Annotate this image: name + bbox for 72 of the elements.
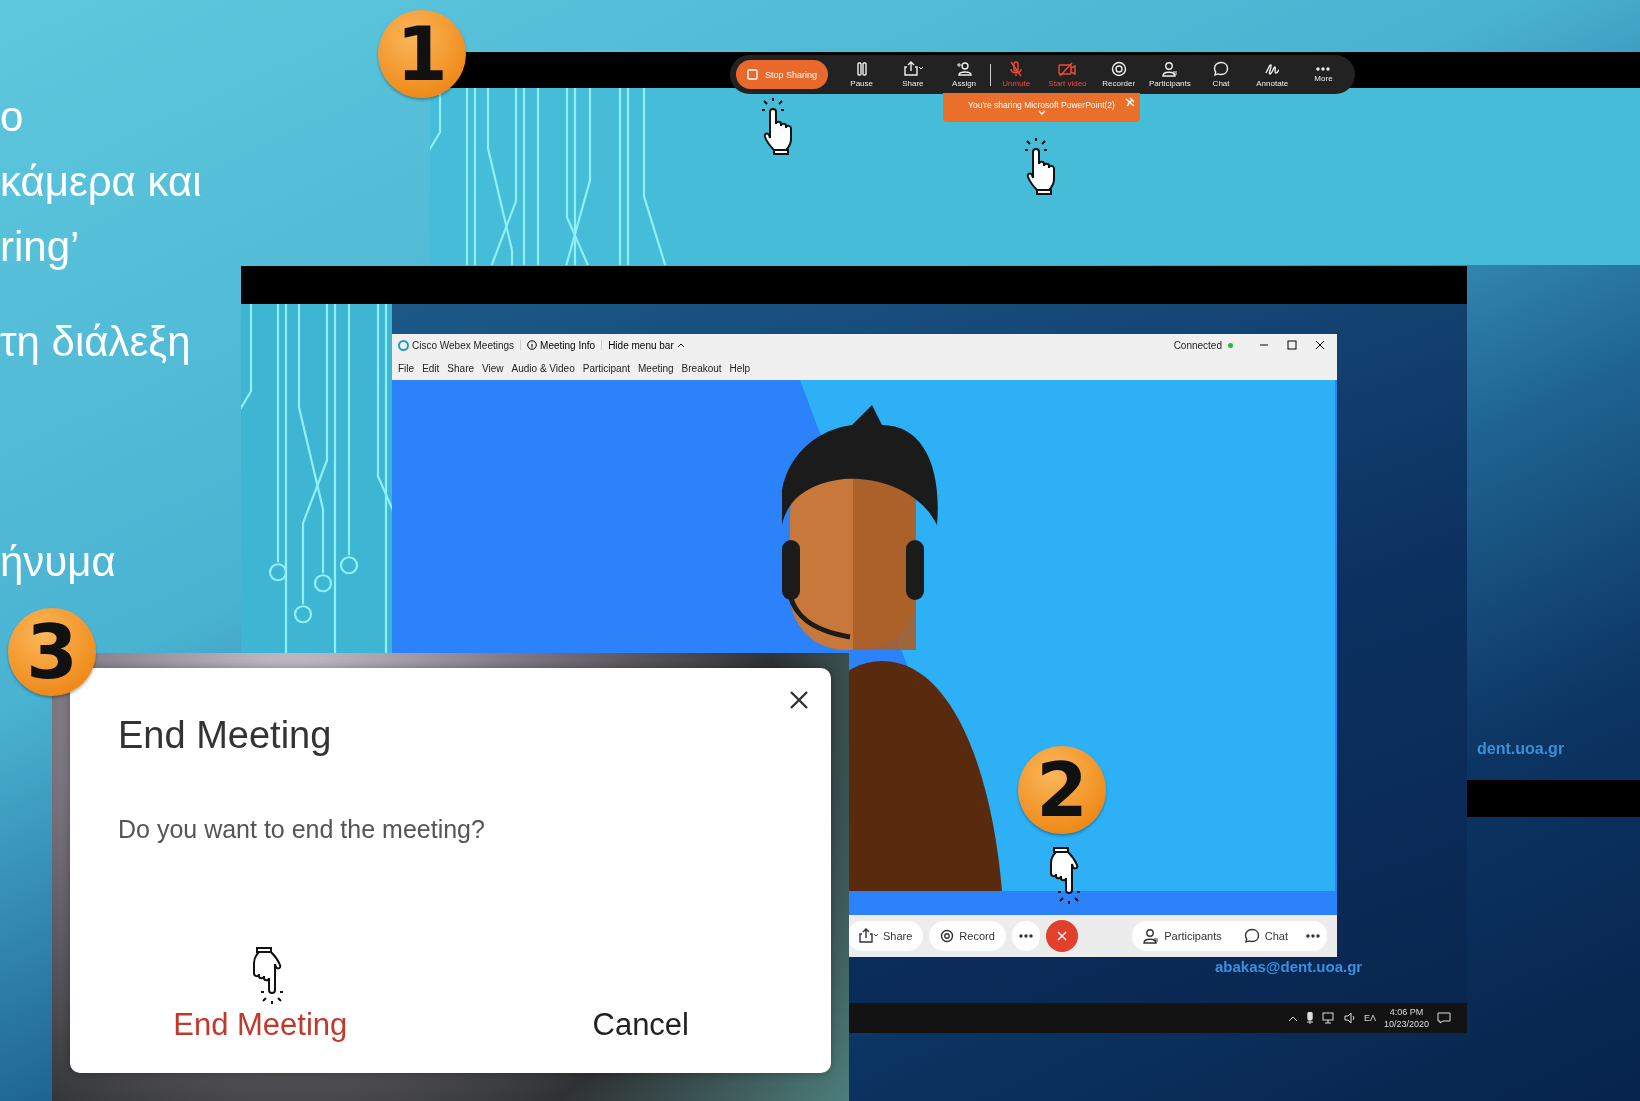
chevron-down-icon <box>1037 110 1046 115</box>
close-icon <box>1315 339 1325 350</box>
menu-item[interactable]: Help <box>729 362 751 374</box>
muted-microphone-icon <box>1008 61 1025 77</box>
squiggle-pen-icon <box>1264 61 1281 77</box>
menu-item[interactable]: View <box>482 362 504 374</box>
menu-item[interactable]: Meeting <box>638 362 674 374</box>
meeting-control-button[interactable]: Record <box>929 921 1006 951</box>
dialog-message: Do you want to end the meeting? <box>118 815 485 844</box>
menu-item[interactable]: Breakout <box>681 362 722 374</box>
more-button[interactable] <box>1011 921 1040 951</box>
menu-item[interactable]: Share <box>447 362 475 374</box>
toolbar-button[interactable]: More <box>1297 66 1350 83</box>
toolbar-button[interactable]: Share <box>887 61 939 88</box>
clock[interactable]: 4:06 PM 10/23/2020 <box>1383 1006 1429 1030</box>
chevron-up-icon <box>1287 1014 1298 1022</box>
close-icon <box>1055 930 1068 942</box>
toolbar-button[interactable]: Chat <box>1195 61 1247 88</box>
more-dots-icon <box>1017 933 1034 939</box>
more-dots-icon <box>1305 933 1321 939</box>
speaker-icon <box>1343 1012 1356 1024</box>
slide-bullet-text: ο κάμερα και ring’ <box>0 92 202 272</box>
step-number-badge: 1 <box>378 10 466 98</box>
sharing-banner-text: You're sharing Microsoft PowerPoint(2) <box>968 100 1115 110</box>
status-dot <box>1228 342 1233 348</box>
maximize-icon <box>1287 339 1297 350</box>
step-number-badge: 3 <box>8 608 96 696</box>
toolbar-button[interactable]: Recorder <box>1093 61 1145 88</box>
connection-status: Connected <box>1173 339 1222 351</box>
record-icon <box>940 929 955 943</box>
slide-bullet-text: ήνυμα <box>0 537 116 587</box>
person-icon <box>1161 61 1178 77</box>
email-address: dent.uoa.gr <box>1477 740 1565 757</box>
toolbar-button[interactable]: Pause <box>836 61 888 88</box>
caret-up-icon <box>676 342 685 348</box>
more-dots-icon <box>1315 66 1332 72</box>
end-meeting-button[interactable]: End Meeting <box>70 999 451 1051</box>
person-plus-icon <box>956 61 973 77</box>
stop-square-icon <box>747 69 758 80</box>
notification-icon <box>1437 1012 1451 1024</box>
network-icon <box>1321 1012 1336 1024</box>
cancel-button[interactable]: Cancel <box>450 999 831 1051</box>
meeting-info-button[interactable]: Meeting Info <box>527 339 596 351</box>
microphone-icon <box>1305 1012 1314 1024</box>
keyboard-language[interactable]: ΕΛ <box>1363 1013 1376 1023</box>
hide-menu-bar-button[interactable]: Hide menu bar <box>608 339 685 351</box>
chat-bubble-icon <box>1243 928 1260 944</box>
toolbar-button[interactable]: Unmute <box>990 61 1042 88</box>
camera-off-icon <box>1057 61 1078 77</box>
toolbar-button[interactable]: Annotate <box>1246 61 1298 88</box>
upload-icon <box>858 928 878 944</box>
meeting-control-button[interactable]: Share <box>847 921 924 951</box>
close-icon <box>789 690 809 710</box>
chat-bubble-icon <box>1213 61 1230 77</box>
menu-item[interactable]: Participant <box>582 362 630 374</box>
email-address: abakas@dent.uoa.gr <box>1215 958 1363 975</box>
info-icon <box>527 340 538 350</box>
menu-item[interactable]: Edit <box>422 362 440 374</box>
window-title: Cisco Webex Meetings <box>412 339 515 351</box>
dialog-title: End Meeting <box>118 714 332 757</box>
person-icon <box>1143 928 1160 944</box>
pin-off-icon <box>1125 97 1135 107</box>
menu-item[interactable]: Audio & Video <box>511 362 575 374</box>
toolbar-button[interactable]: Participants <box>1144 61 1196 88</box>
end-call-button[interactable] <box>1045 920 1078 952</box>
toolbar-button[interactable]: Start video <box>1041 61 1094 88</box>
menu-item[interactable]: File <box>398 362 415 374</box>
upload-icon <box>902 61 923 77</box>
toolbar-button[interactable]: Assign <box>938 61 990 88</box>
record-icon <box>1110 61 1127 77</box>
app-logo-icon <box>398 339 409 351</box>
slide-bullet-text: τη διάλεξη <box>0 317 191 367</box>
